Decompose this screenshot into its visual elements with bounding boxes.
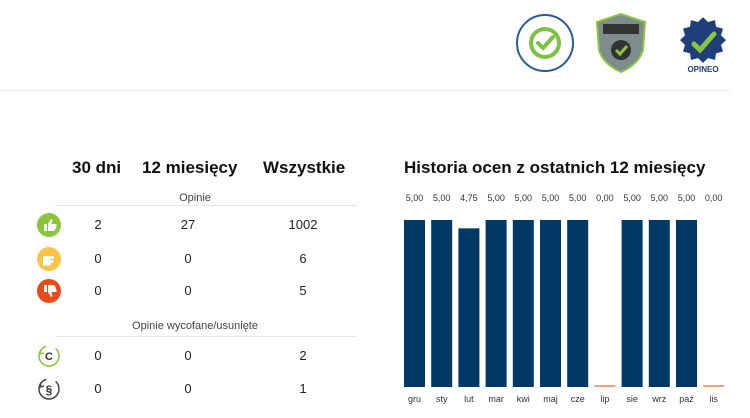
chart-tick-label: kwi: [517, 394, 530, 404]
count-30-days: 0: [94, 283, 102, 298]
table-row: 0 0 5: [30, 278, 360, 304]
section-withdrawn-label: Opinie wycofane/usunięte: [132, 320, 258, 332]
chart-value-label: 5,00: [487, 193, 505, 203]
hand-point-icon: [37, 247, 61, 271]
chart-bar-mar[interactable]: [485, 220, 507, 387]
count-12-months: 27: [180, 217, 196, 232]
chart-value-label: 5,00: [651, 193, 669, 203]
chart-tick-label: sty: [436, 394, 448, 404]
count-30-days: 0: [94, 251, 102, 266]
chart-bar-gru[interactable]: [404, 220, 425, 387]
opineo-brand-label: OPINEO: [687, 65, 718, 74]
column-12-months: 12 miesięcy: [142, 158, 238, 177]
chart-tick-label: cze: [571, 394, 585, 404]
chart-bar-lis[interactable]: [703, 385, 725, 387]
chart-tick-label: lut: [464, 394, 474, 404]
chart-bar-lut[interactable]: [458, 228, 480, 387]
chart-bar-kwi[interactable]: [512, 220, 534, 387]
count-12-months: 0: [184, 283, 192, 298]
shield-badge[interactable]: [595, 12, 647, 74]
count-all: 2: [299, 348, 307, 363]
thumbs-down-icon: [37, 279, 61, 303]
count-12-months: 0: [184, 381, 192, 396]
rating-history-chart: 5,00 gru 5,00 sty 4,75 lut 5,00 mar 5,00 kwi 5,00 m…: [404, 193, 725, 404]
chart-value-label: 5,00: [433, 193, 451, 203]
chart-tick-label: sie: [626, 394, 638, 404]
opineo-badge[interactable]: OPINEO: [670, 10, 736, 74]
chart-tick-label: gru: [408, 394, 421, 404]
chart-tick-label: lip: [600, 394, 609, 404]
chart-value-label: 5,00: [515, 193, 533, 203]
count-30-days: 0: [94, 348, 102, 363]
chart-bar-paź[interactable]: [676, 220, 697, 387]
chart-value-label: 5,00: [623, 193, 641, 203]
svg-text:§: §: [46, 383, 53, 397]
chart-tick-label: wrz: [651, 394, 666, 404]
table-row: 0 0 6: [30, 246, 360, 272]
chart-bar-cze[interactable]: [567, 220, 589, 387]
section-opinions-label: Opinie: [179, 192, 211, 204]
table-row: § 0 0 1: [30, 376, 360, 402]
chart-value-label: 5,00: [678, 193, 696, 203]
chart-bar-maj[interactable]: [540, 220, 561, 387]
count-all: 6: [299, 251, 307, 266]
chart-title: Historia ocen z ostatnich 12 miesięcy: [404, 158, 706, 177]
count-12-months: 0: [184, 348, 192, 363]
chart-bar-sty[interactable]: [431, 220, 453, 387]
chart-tick-label: lis: [709, 394, 718, 404]
chart-bar-lip[interactable]: [594, 385, 616, 387]
chart-value-label: 0,00: [705, 193, 723, 203]
count-all: 1002: [288, 217, 318, 232]
count-12-months: 0: [184, 251, 192, 266]
chart-bar-sie[interactable]: [621, 220, 643, 387]
count-30-days: 2: [94, 217, 102, 232]
withdrawn-icon: C: [38, 345, 60, 367]
chart-value-label: 4,75: [460, 193, 478, 203]
thumbs-up-icon: [37, 213, 61, 237]
count-30-days: 0: [94, 381, 102, 396]
count-all: 5: [299, 283, 307, 298]
section-divider: [55, 205, 357, 206]
table-row: C 0 0 2: [30, 343, 360, 369]
count-all: 1: [299, 381, 307, 396]
section-divider: [55, 336, 357, 337]
column-30-days: 30 dni: [72, 158, 122, 177]
system-wiarygodnych-opinii-badge[interactable]: [515, 13, 575, 73]
chart-value-label: 5,00: [542, 193, 560, 203]
column-all: Wszystkie: [263, 158, 346, 177]
chart-value-label: 0,00: [596, 193, 614, 203]
chart-tick-label: maj: [543, 394, 558, 404]
paragraph-icon: §: [38, 378, 60, 400]
header-divider: [0, 90, 730, 91]
chart-value-label: 5,00: [406, 193, 424, 203]
chart-tick-label: paź: [679, 394, 694, 404]
chart-bar-wrz[interactable]: [648, 220, 670, 387]
chart-value-label: 5,00: [569, 193, 587, 203]
svg-text:C: C: [45, 351, 53, 363]
table-row: 2 27 1002: [30, 212, 360, 238]
chart-tick-label: mar: [488, 394, 504, 404]
